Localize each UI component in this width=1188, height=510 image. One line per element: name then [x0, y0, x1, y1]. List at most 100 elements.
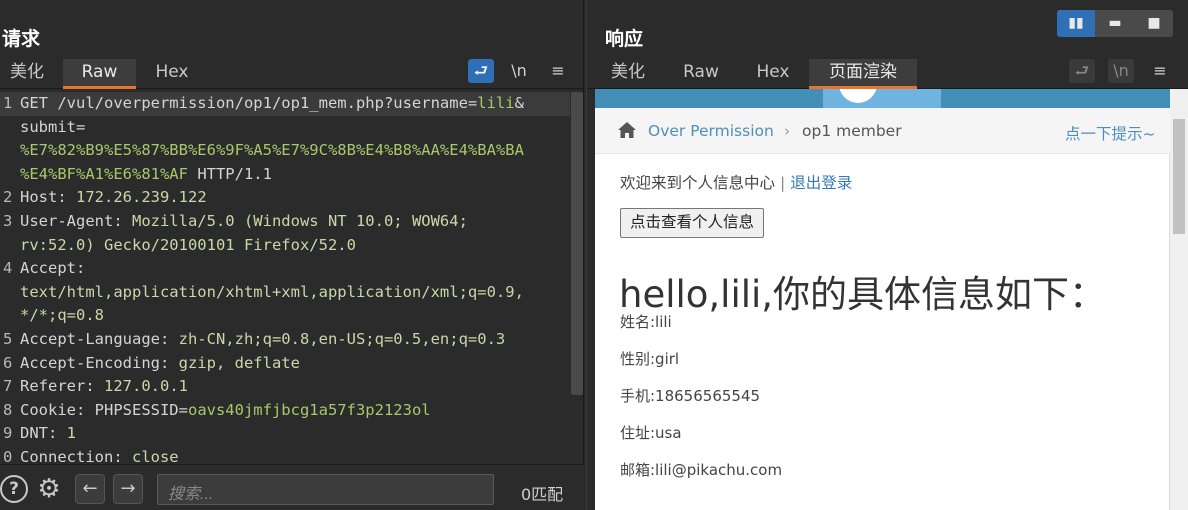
code-token: GET /vul/overpermission/op1/op1_mem.php?…: [20, 94, 478, 112]
editor-line[interactable]: */*;q=0.8: [0, 304, 570, 328]
line-number: 1: [3, 94, 13, 112]
field-phone: 手机:18656565545: [620, 387, 761, 405]
editor-line[interactable]: 1 GET /vul/overpermission/op1/op1_mem.php…: [0, 92, 570, 116]
request-tabbar: 美化 Raw Hex: [0, 59, 583, 89]
code-token: HTTP/1.1: [187, 164, 272, 183]
layout-stacked-icon[interactable]: ▬: [1096, 10, 1134, 37]
rendered-page: Over Permission › op1 member 点一下提示~ 欢迎来到…: [595, 89, 1171, 510]
response-title: 响应: [605, 28, 644, 50]
editor-line[interactable]: 3 User-Agent: Mozilla/5.0 (Windows NT 10.…: [0, 210, 570, 234]
code-token: DNT:: [20, 424, 67, 443]
tab-pretty[interactable]: 美化: [601, 59, 655, 89]
settings-gear-icon[interactable]: ⚙: [35, 475, 63, 503]
layout-single-icon[interactable]: ■: [1135, 10, 1173, 37]
line-number: 6: [3, 353, 13, 372]
welcome-line: 欢迎来到个人信息中心 | 退出登录: [620, 171, 852, 193]
site-logo: [823, 89, 941, 108]
response-tabbar: 美化 Raw Hex 页面渲染: [587, 59, 1188, 89]
tab-raw[interactable]: Raw: [671, 59, 731, 89]
render-scrollbar-thumb[interactable]: [1173, 119, 1185, 234]
code-token: &: [514, 94, 524, 112]
wrap-lines-icon[interactable]: ⮐: [468, 59, 494, 83]
line-number: 7: [3, 377, 13, 396]
tab-hex[interactable]: Hex: [140, 59, 204, 89]
wrap-lines-icon[interactable]: ⮐: [1069, 59, 1095, 83]
home-icon: [618, 122, 636, 138]
line-number: 5: [3, 329, 13, 348]
tab-pretty[interactable]: 美化: [0, 59, 54, 89]
code-token: Accept-Encoding:: [20, 353, 179, 372]
field-name: 姓名:lili: [620, 313, 672, 331]
field-address: 住址:usa: [620, 424, 682, 442]
field-gender: 性别:girl: [620, 350, 680, 368]
line-number: 9: [3, 424, 13, 443]
code-token: rv:52.0) Gecko/20100101 Firefox/52.0: [20, 235, 356, 254]
next-match-button[interactable]: →: [113, 474, 143, 504]
logout-link[interactable]: 退出登录: [790, 174, 852, 192]
search-input[interactable]: 搜索...: [157, 474, 494, 505]
line-number: 2: [3, 188, 13, 207]
code-token: */*;q=0.8: [20, 306, 104, 325]
response-pane: 响应 ▮▮ ▬ ■ 美化 Raw Hex 页面渲染 ⮐ \n ≡ Over Pe…: [586, 0, 1188, 510]
tab-render[interactable]: 页面渲染: [809, 59, 917, 89]
tab-hex[interactable]: Hex: [745, 59, 801, 89]
code-token: zh-CN,zh;q=0.8,en-US;q=0.5,en;q=0.3: [178, 329, 506, 348]
editor-line[interactable]: 5 Accept-Language: zh-CN,zh;q=0.8,en-US;q…: [0, 328, 570, 352]
line-number: 0: [3, 447, 13, 464]
editor-line[interactable]: 8 Cookie: PHPSESSID=oavs40jmfjbcg1a57f3p2…: [0, 399, 570, 423]
layout-side-by-side-icon[interactable]: ▮▮: [1057, 10, 1095, 37]
response-menu-icon[interactable]: ≡: [1147, 59, 1173, 83]
editor-line[interactable]: 2 Host: 172.26.239.122: [0, 186, 570, 210]
tab-raw[interactable]: Raw: [63, 59, 136, 89]
editor-line[interactable]: submit=: [0, 116, 570, 140]
layout-switcher: ▮▮ ▬ ■: [1057, 10, 1173, 37]
view-info-button[interactable]: 点击查看个人信息: [620, 208, 765, 238]
editor-scrollbar[interactable]: [571, 92, 583, 395]
page-content: 欢迎来到个人信息中心 | 退出登录 点击查看个人信息 hello,lili,你的具体…: [595, 154, 1170, 510]
code-token: Cookie:: [20, 400, 95, 419]
previous-match-button[interactable]: ←: [75, 474, 105, 504]
editor-line[interactable]: 9 DNT: 1: [0, 422, 570, 446]
code-token: Mozilla/5.0 (Windows NT 10.0; WOW64;: [131, 211, 468, 230]
show-newlines-icon[interactable]: \n: [506, 59, 532, 83]
code-token: submit=: [20, 117, 86, 136]
editor-line[interactable]: rv:52.0) Gecko/20100101 Firefox/52.0: [0, 234, 570, 258]
search-bar: ? ⚙ ← → 搜索... 0匹配: [0, 464, 584, 510]
line-number: 8: [3, 400, 13, 419]
code-token: Referer:: [20, 377, 104, 396]
code-token: User-Agent:: [20, 211, 132, 230]
code-token: oavs40jmfjbcg1a57f3p2123ol: [187, 400, 431, 419]
hint-link[interactable]: 点一下提示~: [1065, 122, 1156, 144]
request-pane: 请求 美化 Raw Hex ⮐ \n ≡ 1 GET /vul/overpermi…: [0, 0, 584, 510]
code-token: %E7%82%B9%E5%87%BB%E6%9F%A5%E7%9C%8B%E4%…: [20, 141, 524, 160]
code-token: Host:: [20, 188, 76, 207]
code-token: Accept:: [20, 259, 86, 278]
code-token: 127.0.0.1: [104, 377, 188, 396]
breadcrumb-separator: ›: [784, 122, 791, 140]
editor-line[interactable]: 7 Referer: 127.0.0.1: [0, 375, 570, 399]
editor-line[interactable]: 4 Accept:: [0, 257, 570, 281]
editor-line[interactable]: %E7%82%B9%E5%87%BB%E6%9F%A5%E7%9C%8B%E4%…: [0, 139, 570, 163]
editor-line[interactable]: 0 Connection: close: [0, 446, 570, 464]
welcome-separator: |: [780, 174, 786, 192]
code-token: 172.26.239.122: [76, 188, 207, 207]
code-token: close: [131, 447, 179, 464]
request-editor[interactable]: 1 GET /vul/overpermission/op1/op1_mem.php…: [0, 92, 570, 464]
editor-line[interactable]: text/html,application/xhtml+xml,applicat…: [0, 281, 570, 305]
render-scrollbar[interactable]: [1170, 89, 1188, 510]
request-menu-icon[interactable]: ≡: [545, 59, 571, 83]
code-token: %E4%BF%A1%E6%81%AF: [20, 164, 188, 183]
editor-line[interactable]: 6 Accept-Encoding: gzip, deflate: [0, 352, 570, 376]
code-token: gzip, deflate: [178, 353, 300, 372]
editor-line[interactable]: %E4%BF%A1%E6%81%AF HTTP/1.1: [0, 163, 570, 187]
welcome-text: 欢迎来到个人信息中心: [620, 174, 776, 192]
code-token: 1: [66, 424, 77, 443]
code-token: PHPSESSID=: [94, 400, 188, 419]
breadcrumb-current: op1 member: [802, 122, 902, 140]
code-token: Accept-Language:: [20, 329, 179, 348]
help-icon[interactable]: ?: [0, 475, 28, 503]
breadcrumb-link[interactable]: Over Permission: [648, 122, 774, 140]
line-number: 4: [3, 259, 13, 278]
show-newlines-icon[interactable]: \n: [1108, 59, 1134, 83]
request-title: 请求: [2, 28, 41, 50]
